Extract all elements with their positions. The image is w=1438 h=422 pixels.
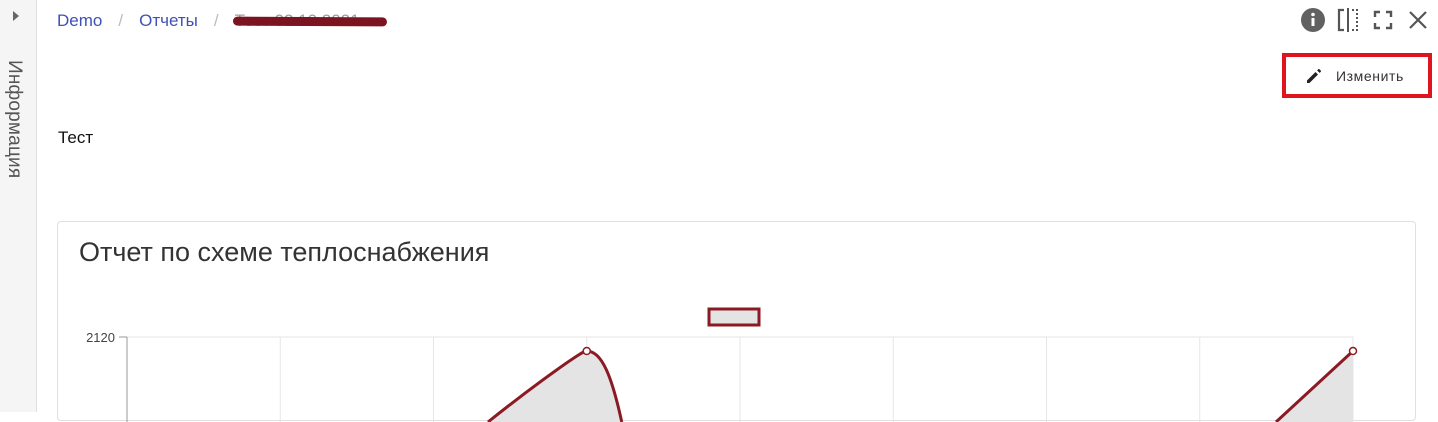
split-view-icon[interactable]: [1334, 6, 1362, 34]
info-icon[interactable]: [1299, 6, 1327, 34]
breadcrumb: Demo / Отчеты / Тест 02.10.2021: [57, 11, 387, 31]
data-point: [582, 346, 591, 356]
info-sidebar: Информация: [0, 0, 37, 412]
chart-plot: 2120: [86, 307, 1358, 422]
window-controls: [1292, 6, 1432, 34]
y-tick-label: 2120: [86, 330, 115, 345]
edit-button[interactable]: Изменить: [1291, 62, 1423, 89]
pencil-icon: [1307, 68, 1322, 83]
close-icon[interactable]: [1404, 6, 1432, 34]
sidebar-label[interactable]: Информация: [3, 60, 25, 178]
fullscreen-icon[interactable]: [1369, 6, 1397, 34]
edit-highlight: Изменить: [1282, 53, 1432, 98]
breadcrumb-reports[interactable]: Отчеты: [139, 11, 198, 31]
breadcrumb-separator: /: [213, 11, 219, 30]
edit-button-label: Изменить: [1336, 67, 1404, 84]
breadcrumb-separator: /: [118, 11, 124, 30]
breadcrumb-demo[interactable]: Demo: [57, 11, 102, 31]
caret-right-icon[interactable]: [9, 8, 23, 24]
report-description: Тест: [58, 128, 94, 147]
chart-card: Отчет по схеме теплоснабжения 2120: [57, 221, 1416, 422]
redaction-mark: [232, 16, 387, 27]
breadcrumb-current: Тест 02.10.2021: [232, 11, 387, 31]
legend-swatch: [707, 307, 761, 327]
data-point: [1348, 346, 1358, 356]
